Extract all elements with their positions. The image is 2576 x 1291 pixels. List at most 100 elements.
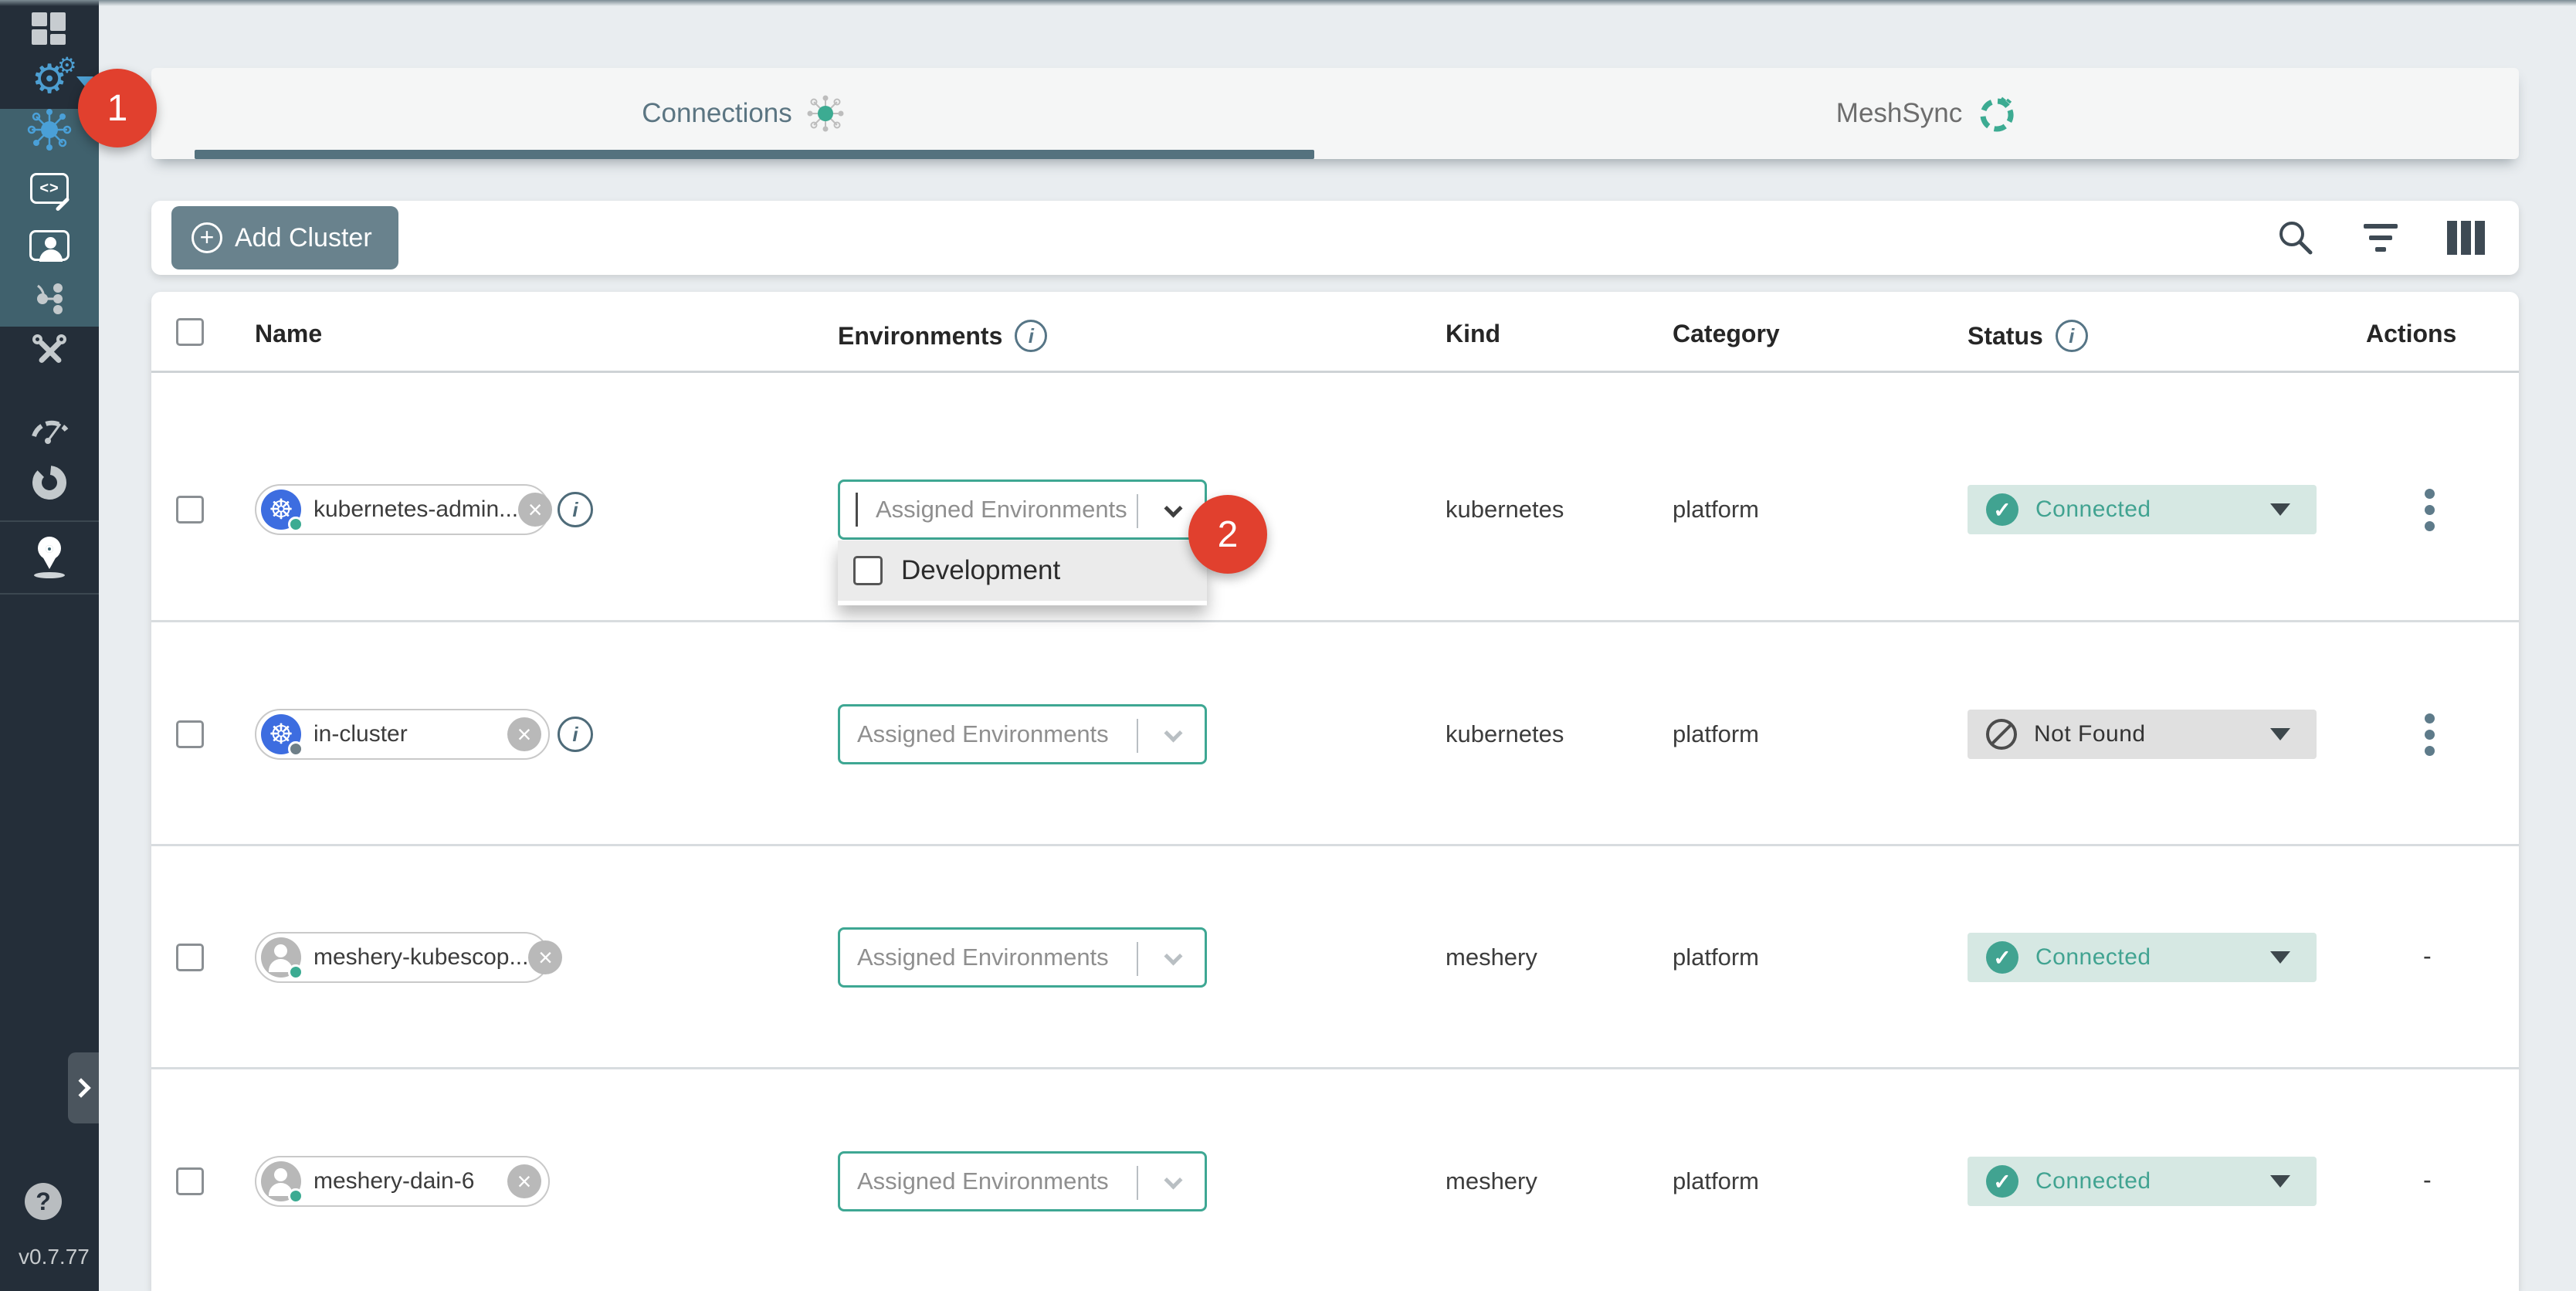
tab-meshsync[interactable]: MeshSync	[1335, 68, 2519, 159]
question-mark-icon: ?	[36, 1188, 51, 1216]
active-tab-indicator	[195, 150, 1314, 159]
environments-select[interactable]: Assigned Environments	[838, 479, 1207, 540]
category-cell: platform	[1673, 496, 1759, 524]
table-row: meshery-kubescop... × Assigned Environme…	[151, 846, 2519, 1069]
column-environments[interactable]: Environments i	[838, 320, 1047, 352]
connection-chip[interactable]: meshery-kubescop... ×	[255, 932, 550, 983]
table-toolbar: + Add Cluster	[151, 201, 2519, 275]
sidebar-item-toolkit[interactable]	[0, 324, 99, 378]
row-actions-menu-button[interactable]	[2414, 486, 2445, 533]
option-checkbox[interactable]	[853, 556, 883, 585]
connection-info-button[interactable]: i	[558, 717, 593, 752]
meshery-connections-page: ⚙ ⚙ <>	[0, 0, 2576, 1291]
chevron-down-icon[interactable]	[1164, 947, 1182, 965]
filter-button[interactable]	[2358, 215, 2403, 260]
table-row: ☸ in-cluster × i Assigned Environments k…	[151, 622, 2519, 846]
chevron-down-icon[interactable]	[1164, 499, 1182, 517]
status-label: Connected	[2035, 1168, 2151, 1194]
tab-connections-label: Connections	[642, 98, 792, 129]
environments-select[interactable]: Assigned Environments	[838, 927, 1207, 988]
chevron-down-icon[interactable]	[1164, 1171, 1182, 1189]
sidebar-item-dashboard[interactable]	[0, 2, 99, 56]
option-label: Development	[901, 555, 1060, 586]
connection-name: in-cluster	[314, 721, 408, 747]
close-icon: ×	[538, 944, 553, 972]
presence-dot	[288, 741, 303, 757]
prohibited-icon	[1986, 719, 2017, 750]
status-dropdown[interactable]: ✓ Connected	[1968, 485, 2317, 534]
sidebar-divider	[0, 593, 99, 595]
connection-chip[interactable]: meshery-dain-6 ×	[255, 1156, 550, 1207]
sidebar: ⚙ ⚙ <>	[0, 0, 99, 1291]
connection-info-button[interactable]: i	[558, 492, 593, 527]
kind-cell: meshery	[1446, 1167, 1537, 1195]
sidebar-item-metrics[interactable]	[0, 402, 99, 456]
remove-connection-button[interactable]: ×	[518, 493, 552, 527]
column-status[interactable]: Status i	[1968, 320, 2088, 352]
kind-cell: kubernetes	[1446, 496, 1564, 524]
remove-connection-button[interactable]: ×	[507, 717, 541, 751]
column-category[interactable]: Category	[1673, 320, 1780, 348]
user-avatar-icon	[261, 937, 301, 978]
row-checkbox[interactable]	[176, 944, 204, 971]
info-icon[interactable]: i	[1015, 320, 1047, 352]
check-circle-icon: ✓	[1986, 493, 2018, 526]
caret-down-icon	[2270, 951, 2290, 964]
status-dropdown[interactable]: Not Found	[1968, 710, 2317, 759]
environments-select[interactable]: Assigned Environments	[838, 704, 1207, 764]
sidebar-item-catalog[interactable]	[0, 456, 99, 510]
row-checkbox[interactable]	[176, 1167, 204, 1195]
sidebar-item-performance[interactable]	[0, 219, 99, 273]
search-button[interactable]	[2273, 215, 2318, 260]
tab-meshsync-label: MeshSync	[1836, 98, 1962, 129]
select-all-checkbox[interactable]	[176, 318, 204, 346]
check-circle-icon: ✓	[1986, 1165, 2018, 1198]
user-avatar-icon	[261, 1161, 301, 1201]
row-actions-menu-button[interactable]	[2414, 711, 2445, 757]
map-pin-icon	[32, 537, 66, 580]
status-label: Connected	[2035, 496, 2151, 523]
tab-connections[interactable]: Connections	[151, 68, 1335, 159]
select-divider	[1137, 942, 1138, 976]
column-actions: Actions	[2366, 320, 2456, 348]
sidebar-expand-button[interactable]	[68, 1052, 99, 1123]
environments-menu-option[interactable]: Development	[838, 540, 1207, 605]
help-button[interactable]: ?	[25, 1183, 62, 1220]
sidebar-item-location[interactable]	[0, 531, 99, 585]
environments-placeholder: Assigned Environments	[857, 720, 1109, 748]
select-divider	[1137, 1166, 1138, 1200]
kubernetes-logo-icon: ☸	[261, 490, 301, 530]
kind-cell: kubernetes	[1446, 720, 1564, 748]
close-icon: ×	[528, 496, 543, 524]
add-cluster-button[interactable]: + Add Cluster	[171, 206, 398, 269]
sidebar-item-configuration[interactable]: <>	[0, 161, 99, 215]
mosaic-donut-icon	[29, 463, 69, 503]
environments-select[interactable]: Assigned Environments	[838, 1151, 1207, 1211]
plus-circle-icon: +	[192, 222, 222, 253]
chevron-right-icon	[71, 1078, 90, 1097]
caret-down-icon	[2270, 503, 2290, 516]
info-icon[interactable]: i	[2056, 320, 2088, 352]
column-name[interactable]: Name	[255, 320, 322, 348]
status-dropdown[interactable]: ✓ Connected	[1968, 933, 2317, 982]
row-checkbox[interactable]	[176, 496, 204, 524]
column-kind[interactable]: Kind	[1446, 320, 1500, 348]
status-label: Connected	[2035, 944, 2151, 971]
remove-connection-button[interactable]: ×	[507, 1164, 541, 1198]
check-circle-icon: ✓	[1986, 941, 2018, 974]
code-window-wrench-icon: <>	[30, 173, 69, 204]
gauge-icon	[28, 412, 71, 446]
status-dropdown[interactable]: ✓ Connected	[1968, 1157, 2317, 1206]
connection-chip[interactable]: ☸ kubernetes-admin... ×	[255, 484, 550, 535]
gear-small-icon: ⚙	[57, 55, 76, 76]
row-checkbox[interactable]	[176, 720, 204, 748]
environments-placeholder: Assigned Environments	[857, 1167, 1109, 1195]
connection-chip[interactable]: ☸ in-cluster ×	[255, 709, 550, 760]
select-divider	[1137, 719, 1138, 753]
remove-connection-button[interactable]: ×	[528, 940, 562, 974]
chevron-down-icon[interactable]	[1164, 723, 1182, 742]
environments-placeholder: Assigned Environments	[876, 496, 1127, 524]
connection-name: meshery-kubescop...	[314, 944, 528, 971]
sidebar-item-designs[interactable]	[0, 272, 99, 326]
view-columns-button[interactable]	[2443, 215, 2488, 260]
